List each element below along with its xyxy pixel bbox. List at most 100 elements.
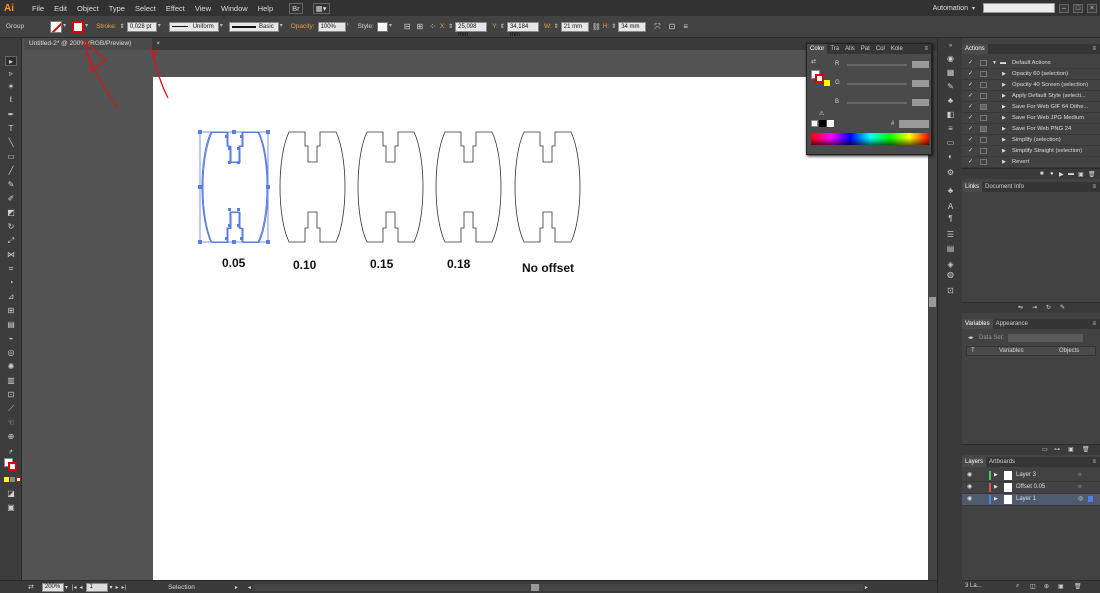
expand-arrow-icon[interactable]: ▶ [1002, 91, 1006, 101]
action-row[interactable]: ✓ ▶ Opacity 40 Screen (selection) [962, 80, 1100, 91]
black-color-swatch[interactable] [819, 120, 826, 127]
visibility-eye-icon[interactable]: ◉ [967, 482, 972, 493]
color-guide-icon[interactable]: ◉ [945, 54, 956, 63]
hex-field[interactable] [899, 120, 929, 128]
visibility-eye-icon[interactable]: ◉ [967, 494, 972, 505]
action-row[interactable]: ✓ ▶ Save For Web PNG 24 [962, 124, 1100, 135]
status-menu-icon[interactable]: ▸ [235, 584, 238, 591]
layer-target-icon[interactable]: ○ [1078, 482, 1082, 493]
layer-name[interactable]: Layer 3 [1016, 470, 1036, 481]
action-dialog-icon[interactable] [980, 82, 987, 88]
tab-color-guide[interactable]: Col [873, 44, 888, 54]
shape-offset-0-05[interactable] [201, 131, 269, 243]
scroll-right-icon[interactable]: ▸ [865, 584, 868, 591]
gamut-warning-swatch[interactable] [824, 80, 830, 86]
expand-arrow-icon[interactable]: ▶ [1002, 157, 1006, 167]
artboards-panel-icon[interactable]: ⊡ [945, 286, 956, 295]
channel-b-slider[interactable] [847, 102, 907, 104]
expand-arrow-icon[interactable]: ▶ [1002, 102, 1006, 112]
action-dialog-icon[interactable] [980, 126, 987, 132]
tab-kuler[interactable]: Kole [888, 44, 906, 54]
update-link-icon[interactable]: ↻ [1046, 304, 1051, 311]
layer-name[interactable]: Offset 0.05 [1016, 482, 1045, 493]
color-panel-menu-icon[interactable]: ≡ [924, 46, 931, 52]
zoom-dropdown-icon[interactable]: ▾ [65, 584, 68, 591]
capture-dataset-icon[interactable]: ▭ [1042, 446, 1048, 453]
panel-collapse-icon[interactable]: ⇄ [811, 58, 816, 65]
workspace-switcher[interactable]: Automation [933, 5, 968, 12]
tab-document-info[interactable]: Document Info [982, 182, 1027, 192]
action-toggle-icon[interactable]: ✓ [968, 115, 974, 121]
action-row[interactable]: ✓ ▶ Save For Web GIF 64 Dithe... [962, 102, 1100, 113]
prev-artboard-icon[interactable]: ◂ [79, 584, 82, 591]
action-toggle-icon[interactable]: ✓ [968, 93, 974, 99]
info-icon[interactable]: ◈ [945, 260, 956, 269]
scroll-left-icon[interactable]: ◂ [248, 584, 251, 591]
paragraph-icon[interactable]: ¶ [945, 214, 956, 223]
expand-arrow-icon[interactable]: ▶ [1002, 69, 1006, 79]
action-row[interactable]: ✓ ▶ Simplify Straight (selection) [962, 146, 1100, 157]
align-panel-icon[interactable]: ♣ [945, 186, 956, 195]
action-toggle-icon[interactable]: ✓ [968, 159, 974, 165]
action-dialog-icon[interactable] [980, 137, 987, 143]
appearance-icon[interactable]: ⚙ [945, 168, 956, 177]
action-row[interactable]: ✓ ▶ Opacity 60 (selection) [962, 69, 1100, 80]
shape-offset-0-10[interactable] [279, 131, 346, 243]
layer-expand-icon[interactable]: ▶ [994, 470, 998, 481]
action-dialog-icon[interactable] [980, 60, 987, 66]
links-panel-menu-icon[interactable]: ≡ [1092, 184, 1100, 190]
artboard-dropdown-icon[interactable]: ▾ [109, 584, 112, 591]
new-variable-icon[interactable]: ▣ [1068, 446, 1074, 453]
transform-panel-icon[interactable]: ◍ [945, 270, 956, 279]
layer-row[interactable]: ◉ ▶ Offset 0.05 ○ [962, 482, 1100, 494]
channel-r-field[interactable] [912, 61, 929, 68]
tab-color[interactable]: Color [807, 44, 828, 54]
action-toggle-icon[interactable]: ✓ [968, 104, 974, 110]
expand-arrow-icon[interactable]: ▶ [1002, 135, 1006, 145]
channel-g-slider[interactable] [847, 83, 907, 85]
action-row[interactable]: ✓ ▶ Simplify (selection) [962, 135, 1100, 146]
action-dialog-icon[interactable] [980, 115, 987, 121]
action-row[interactable]: ✓ ▶ Revert [962, 157, 1100, 168]
new-layer-icon[interactable]: ▣ [1058, 583, 1064, 590]
color-spectrum[interactable] [811, 133, 929, 145]
channel-b-field[interactable] [912, 99, 929, 106]
expand-arrow-icon[interactable]: ▶ [1002, 124, 1006, 134]
action-toggle-icon[interactable]: ✓ [968, 82, 974, 88]
layer-row-selected[interactable]: ◉ ▶ Layer 1 ◎ [962, 494, 1100, 506]
status-options-icon[interactable]: ⇄ [28, 583, 34, 591]
artboard-field[interactable]: 1 [86, 582, 109, 592]
shape-no-offset[interactable] [514, 131, 581, 243]
horizontal-scrollbar[interactable] [252, 583, 863, 591]
actions-panel-menu-icon[interactable]: ≡ [1092, 46, 1100, 52]
delete-action-icon[interactable]: 🗑 [1088, 171, 1096, 178]
dataset-prev-icon[interactable]: ◂▸ [968, 335, 974, 341]
minimize-icon[interactable]: – [1059, 3, 1069, 13]
selection-bounding-box[interactable] [198, 130, 270, 244]
out-of-gamut-icon[interactable]: ⚠ [819, 110, 824, 117]
expand-arrow-icon[interactable]: ▶ [1002, 146, 1006, 156]
tab-actions[interactable]: Actions [962, 44, 988, 54]
action-dialog-icon[interactable] [980, 71, 987, 77]
variables-panel-menu-icon[interactable]: ≡ [1092, 321, 1100, 327]
graphic-styles-icon[interactable]: ◧ [945, 110, 956, 119]
play-icon[interactable]: ▶ [1059, 171, 1064, 178]
new-action-icon[interactable]: ▣ [1078, 171, 1084, 178]
navigator-icon[interactable]: ▤ [945, 244, 956, 253]
layer-target-icon[interactable]: ◎ [1078, 494, 1083, 505]
make-clipping-mask-icon[interactable]: ◫ [1030, 583, 1036, 590]
layer-row[interactable]: ◉ ▶ Layer 3 ○ [962, 470, 1100, 482]
column-variables[interactable]: Variables [999, 347, 1024, 356]
new-set-icon[interactable]: ▬ [1068, 171, 1074, 177]
last-artboard-icon[interactable]: ▸| [122, 584, 127, 591]
action-row[interactable]: ✓ ▶ Save For Web JPG Medium [962, 113, 1100, 124]
none-color-swatch[interactable] [811, 120, 818, 127]
horizontal-scroll-thumb[interactable] [530, 583, 539, 591]
delete-layer-icon[interactable]: 🗑 [1074, 583, 1082, 590]
action-toggle-icon[interactable]: ✓ [968, 148, 974, 154]
vertical-scroll-thumb[interactable] [929, 297, 936, 307]
gradient-icon[interactable]: ▭ [945, 138, 956, 147]
action-toggle-icon[interactable]: ✓ [968, 60, 974, 66]
delete-variable-icon[interactable]: 🗑 [1082, 446, 1090, 453]
edit-original-icon[interactable]: ✎ [1060, 304, 1065, 311]
